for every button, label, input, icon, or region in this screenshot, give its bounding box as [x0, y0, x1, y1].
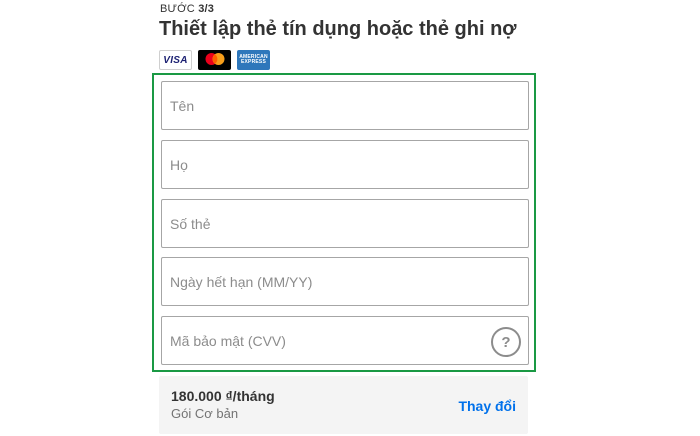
mastercard-logo-icon	[198, 50, 231, 70]
change-plan-link[interactable]: Thay đổi	[458, 398, 516, 414]
card-number-field[interactable]: Số thẻ	[161, 199, 529, 248]
plan-summary: 180.000 ₫/tháng Gói Cơ bản Thay đổi	[159, 376, 528, 434]
cvv-field[interactable]: Mã bảo mật (CVV) ?	[161, 316, 529, 365]
cvv-placeholder: Mã bảo mật (CVV)	[170, 333, 286, 349]
amex-logo-icon: AMERICAN EXPRESS	[237, 50, 270, 70]
visa-logo-icon: VISA	[159, 50, 192, 70]
last-name-field[interactable]: Họ	[161, 140, 529, 189]
card-logos: VISA AMERICAN EXPRESS	[159, 50, 270, 70]
cvv-help-icon[interactable]: ?	[491, 327, 521, 357]
plan-name: Gói Cơ bản	[171, 406, 239, 421]
page-title: Thiết lập thẻ tín dụng hoặc thẻ ghi nợ	[159, 18, 517, 40]
expiry-date-field[interactable]: Ngày hết hạn (MM/YY)	[161, 257, 529, 306]
first-name-placeholder: Tên	[170, 98, 195, 114]
mastercard-circles-icon	[205, 53, 224, 65]
visa-logo-text: VISA	[163, 54, 188, 66]
step-value: 3/3	[198, 3, 215, 15]
card-form: Tên Họ Số thẻ Ngày hết hạn (MM/YY) Mã bả…	[152, 73, 536, 372]
first-name-field[interactable]: Tên	[161, 81, 529, 130]
amex-logo-text: AMERICAN EXPRESS	[239, 54, 268, 65]
step-indicator: BƯỚC 3/3	[160, 3, 214, 15]
expiry-date-placeholder: Ngày hết hạn (MM/YY)	[170, 274, 313, 290]
plan-price: 180.000 ₫/tháng	[171, 388, 275, 404]
card-number-placeholder: Số thẻ	[170, 216, 211, 232]
last-name-placeholder: Họ	[170, 157, 188, 173]
step-prefix: BƯỚC	[160, 3, 195, 15]
